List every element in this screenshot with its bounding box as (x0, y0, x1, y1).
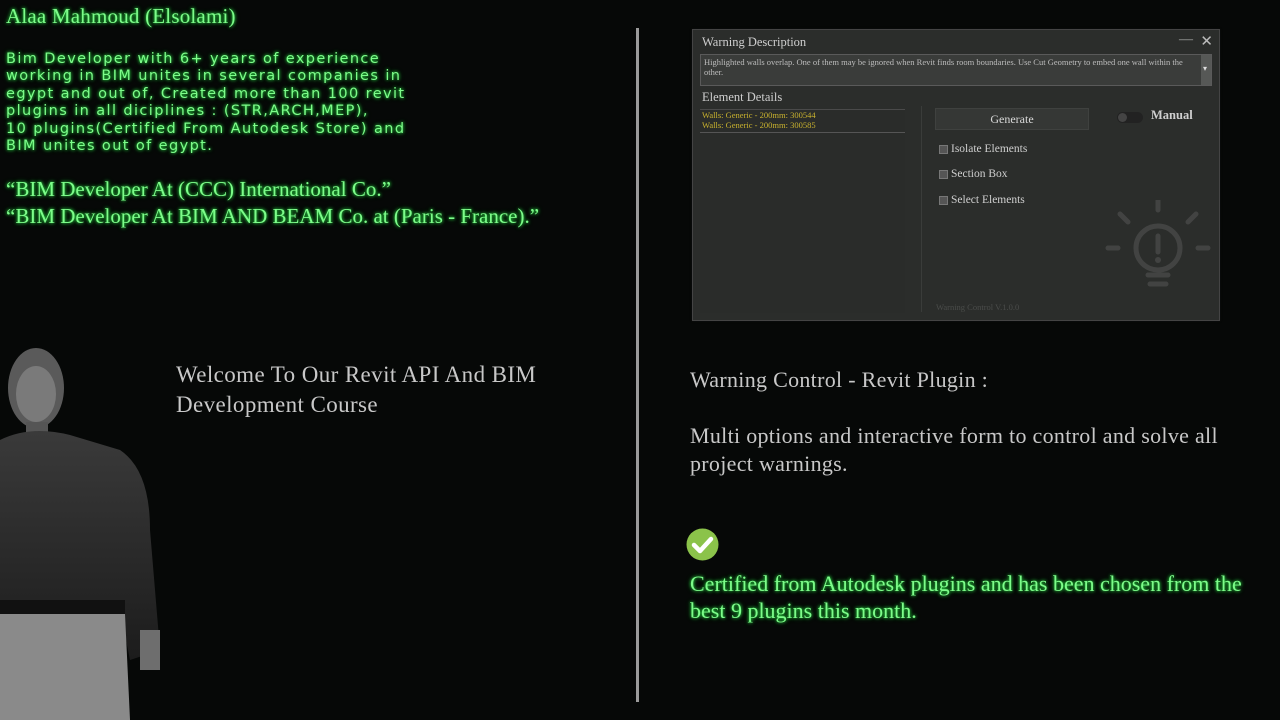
list-item[interactable]: Walls: Generic - 200mm: 300544 (700, 110, 905, 120)
element-list: Walls: Generic - 200mm: 300544 Walls: Ge… (700, 109, 905, 313)
element-details-title: Element Details (702, 90, 783, 104)
version-label: Warning Control V.1.0.0 (936, 302, 1020, 312)
panel-divider (921, 106, 922, 312)
select-elements-checkbox[interactable] (939, 195, 948, 205)
role-ccc: “BIM Developer At (CCC) International Co… (6, 177, 391, 201)
isolate-elements-checkbox[interactable] (939, 144, 948, 154)
window-title: Warning Description (702, 35, 807, 49)
checkmark-icon (686, 528, 719, 561)
warning-description-box[interactable]: Highlighted walls overlap. One of them m… (700, 54, 1212, 86)
isolate-elements-label: Isolate Elements (951, 143, 1028, 155)
presenter-photo (0, 348, 160, 720)
description-scrollbar[interactable]: ▾ (1201, 55, 1211, 85)
presenter-bio: Bim Developer with 6+ years of experienc… (6, 51, 406, 155)
generate-button[interactable]: Generate (935, 108, 1089, 130)
list-item[interactable]: Walls: Generic - 200mm: 300585 (700, 120, 905, 130)
section-box-label: Section Box (951, 168, 1008, 180)
plugin-title: Warning Control - Revit Plugin : (690, 367, 989, 392)
select-elements-option[interactable]: Select Elements (939, 194, 1025, 206)
minimize-icon[interactable]: — (1179, 32, 1193, 48)
lightbulb-icon (1105, 200, 1211, 287)
presenter-name: Alaa Mahmoud (Elsolami) (6, 4, 236, 28)
isolate-elements-option[interactable]: Isolate Elements (939, 143, 1027, 155)
vertical-divider (636, 28, 639, 702)
plugin-description: Multi options and interactive form to co… (690, 423, 1218, 476)
close-icon[interactable]: ✕ (1200, 32, 1213, 51)
warning-description-text: Highlighted walls overlap. One of them m… (704, 57, 1183, 77)
manual-toggle[interactable] (1117, 112, 1143, 123)
roles-list: “BIM Developer At (CCC) International Co… (6, 176, 539, 230)
welcome-text: Welcome To Our Revit API And BIM Develop… (176, 362, 537, 417)
certification-text: Certified from Autodesk plugins and has … (690, 571, 1242, 623)
section-box-checkbox[interactable] (939, 169, 948, 179)
chevron-down-icon[interactable]: ▾ (1203, 64, 1207, 73)
warning-control-window: Warning Description — ✕ Highlighted wall… (692, 29, 1220, 321)
section-box-option[interactable]: Section Box (939, 168, 1008, 180)
role-bim-and-beam: “BIM Developer At BIM AND BEAM Co. at (P… (6, 204, 540, 228)
select-elements-label: Select Elements (951, 194, 1025, 206)
manual-label: Manual (1151, 108, 1193, 122)
list-divider (700, 132, 905, 133)
